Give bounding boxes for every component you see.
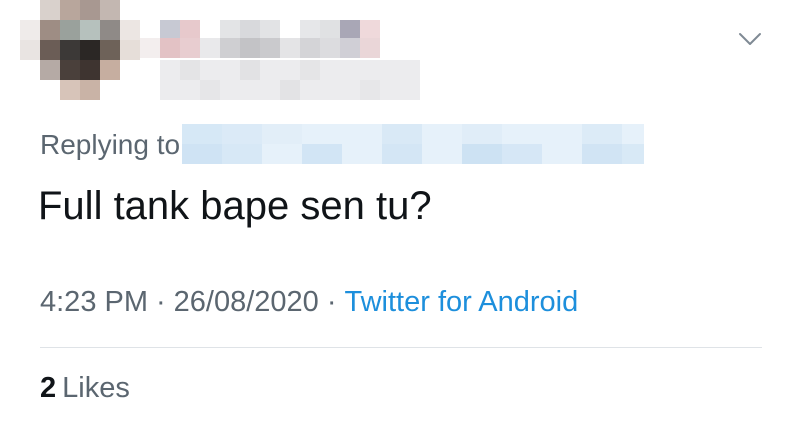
- tweet-menu-caret[interactable]: [733, 22, 767, 56]
- meta-separator: ·: [326, 286, 337, 318]
- tweet-detail: Replying to Full tank bape sen tu? 4:23 …: [0, 0, 800, 423]
- likes-label: Likes: [62, 372, 130, 404]
- avatar-redacted[interactable]: [20, 0, 142, 104]
- replying-to-row: Replying to: [40, 124, 645, 166]
- likes-count: 2: [40, 372, 57, 404]
- divider: [40, 347, 762, 348]
- tweet-date: 26/08/2020: [173, 286, 319, 318]
- author-identity-redacted[interactable]: [140, 10, 430, 105]
- meta-separator: ·: [156, 286, 166, 318]
- replying-to-label: Replying to: [40, 129, 181, 160]
- tweet-text: Full tank bape sen tu?: [38, 184, 432, 228]
- likes-link[interactable]: 2 Likes: [40, 366, 130, 410]
- reply-handle-redacted[interactable]: [182, 124, 645, 166]
- tweet-source-link[interactable]: Twitter for Android: [345, 286, 579, 318]
- chevron-down-icon: [739, 33, 761, 45]
- tweet-meta: 4:23 PM · 26/08/2020 · Twitter for Android: [40, 281, 578, 323]
- tweet-time: 4:23 PM: [40, 286, 148, 318]
